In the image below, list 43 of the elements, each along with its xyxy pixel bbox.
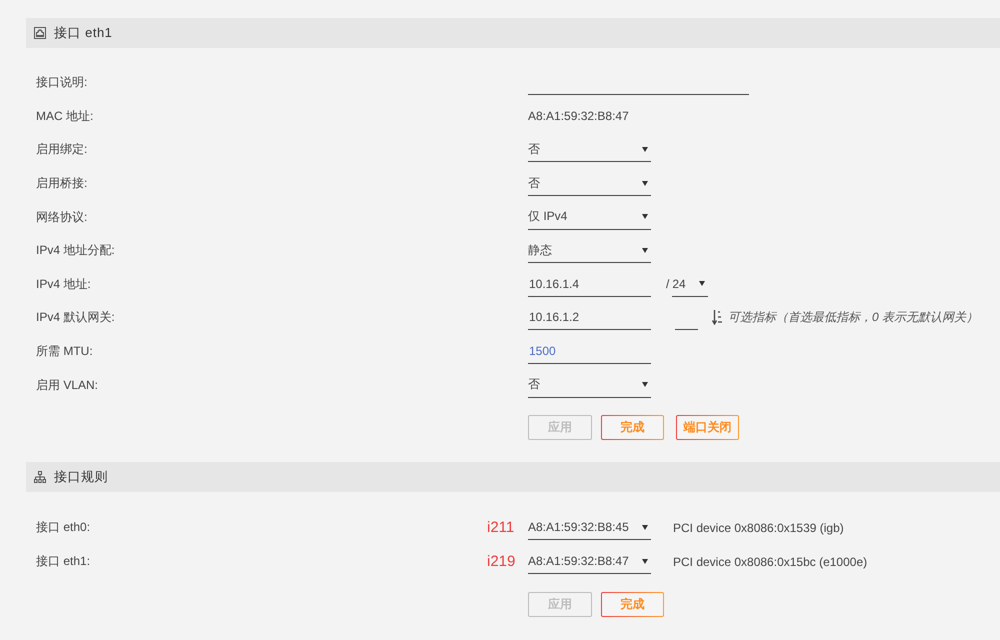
field-label: 所需 MTU: bbox=[36, 343, 93, 360]
caret-icon bbox=[642, 382, 648, 388]
gateway-field[interactable]: 10.16.1.2 bbox=[528, 305, 651, 330]
dropdown[interactable]: 否 bbox=[528, 171, 651, 196]
dropdown[interactable]: 仅 IPv4 bbox=[528, 204, 651, 230]
sort-down-icon bbox=[712, 310, 722, 326]
field-label: IPv4 地址: bbox=[36, 276, 91, 293]
mac-address-text: A8:A1:59:32:B8:47 bbox=[528, 109, 629, 124]
slash-text: / bbox=[666, 277, 670, 292]
field-label: MAC 地址: bbox=[36, 108, 94, 125]
interface-label: 接口 eth0: bbox=[36, 519, 90, 536]
chip-model-text: i211 bbox=[487, 519, 514, 536]
dropdown[interactable]: 静态 bbox=[528, 238, 651, 264]
caret-icon bbox=[642, 214, 648, 220]
caret-icon bbox=[642, 180, 648, 186]
chip-model-text: i219 bbox=[487, 553, 516, 570]
field-label: 启用桥接: bbox=[36, 175, 88, 192]
dropdown[interactable]: A8:A1:59:32:B8:47 bbox=[528, 549, 651, 574]
ethernet-port-icon bbox=[34, 27, 46, 39]
input-field[interactable]: 1500 bbox=[528, 339, 651, 364]
field-label: 启用 VLAN: bbox=[36, 376, 98, 394]
interface-label: 接口 eth1: bbox=[36, 553, 90, 570]
field-label: 启用绑定: bbox=[36, 141, 88, 158]
caret-icon bbox=[699, 281, 706, 286]
sitemap-icon bbox=[34, 470, 46, 483]
device-text: PCI device 0x8086:0x15bc (e1000e) bbox=[673, 554, 868, 569]
field-label: IPv4 默认网关: bbox=[36, 309, 115, 326]
caret-icon bbox=[642, 558, 648, 564]
hint-text: 可选指标（首选最低指标，0 表示无默认网关） bbox=[728, 309, 978, 326]
dropdown[interactable]: 否 bbox=[528, 372, 651, 398]
dropdown[interactable]: 否 bbox=[528, 137, 651, 162]
section-title: 接口 eth1 bbox=[54, 24, 112, 42]
caret-icon bbox=[642, 524, 648, 530]
device-text: PCI device 0x8086:0x1539 (igb) bbox=[673, 520, 844, 535]
field-label: IPv4 地址分配: bbox=[36, 242, 115, 260]
field-label: 网络协议: bbox=[36, 208, 88, 226]
field-label: 接口说明: bbox=[36, 74, 88, 92]
dropdown[interactable]: A8:A1:59:32:B8:45 bbox=[528, 515, 651, 540]
address-field[interactable]: 10.16.1.4 bbox=[528, 272, 651, 297]
caret-icon bbox=[642, 146, 648, 152]
dropdown[interactable]: 24 bbox=[672, 272, 708, 297]
section-title: 接口规则 bbox=[54, 468, 108, 486]
caret-icon bbox=[642, 248, 648, 253]
